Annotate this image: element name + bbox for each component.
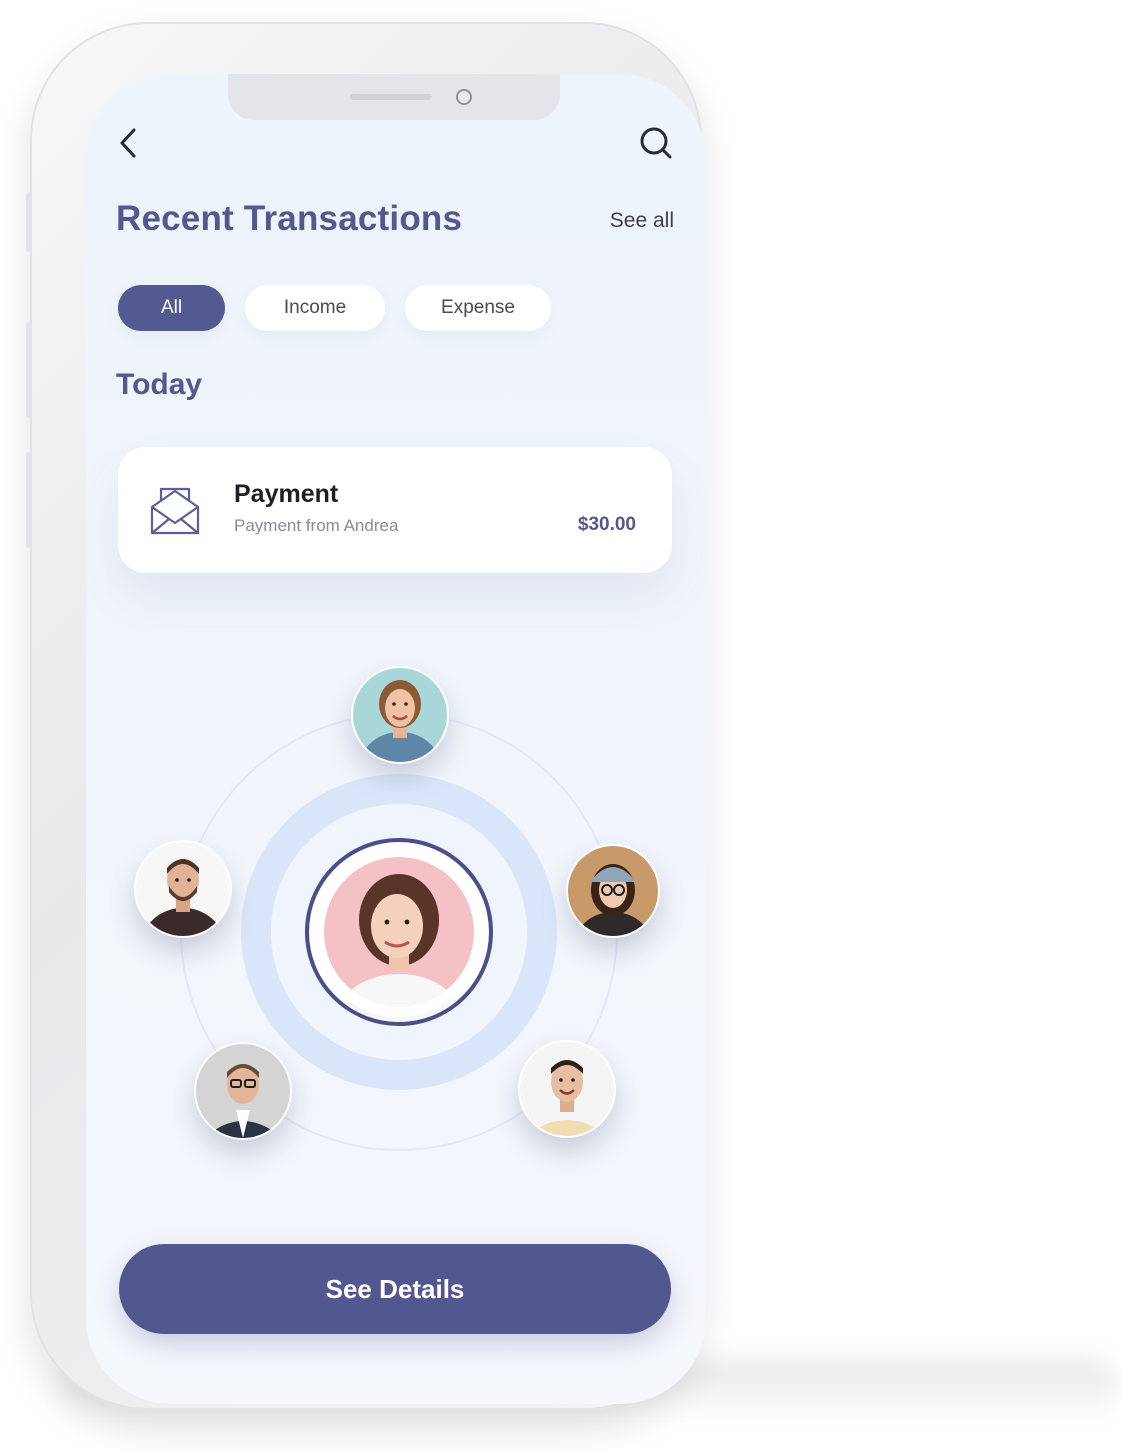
avatar-woman-right[interactable]: [566, 844, 660, 938]
avatar-man-bottom-left-icon: [196, 1044, 290, 1138]
phone-body: Recent Transactions See all All Income E…: [30, 22, 706, 1410]
notch: [228, 74, 560, 120]
avatar-man-bottom-right[interactable]: [518, 1040, 616, 1138]
chevron-left-icon: [120, 128, 136, 158]
section-today: Today: [116, 368, 203, 401]
search-button[interactable]: [634, 121, 678, 165]
speaker: [350, 94, 432, 100]
avatar-woman-right-icon: [568, 846, 658, 936]
avatar-man-bottom-right-icon: [520, 1042, 614, 1136]
back-button[interactable]: [106, 121, 150, 165]
avatar-man-bottom-left[interactable]: [194, 1042, 292, 1140]
transaction-subtitle: Payment from Andrea: [234, 516, 399, 535]
transaction-card[interactable]: Payment Payment from Andrea $30.00: [118, 447, 672, 573]
avatar-woman-top-icon: [353, 668, 447, 762]
avatar-woman-center[interactable]: [309, 842, 489, 1022]
search-icon: [640, 127, 672, 159]
page-title: Recent Transactions: [116, 199, 463, 238]
transaction-amount: $30.00: [577, 514, 636, 535]
avatar-woman-top[interactable]: [351, 666, 449, 764]
filter-income[interactable]: Income: [245, 285, 385, 331]
filter-tabs: All Income Expense: [118, 285, 551, 331]
avatar-man-left-icon: [136, 842, 230, 936]
transaction-title: Payment: [234, 480, 339, 508]
avatar-man-left[interactable]: [134, 840, 232, 938]
avatar-woman-center-icon: [314, 847, 484, 1022]
see-all-link[interactable]: See all: [610, 209, 674, 233]
mockup-stage: Recent Transactions See all All Income E…: [0, 0, 1122, 1450]
see-details-button[interactable]: See Details: [119, 1244, 671, 1334]
app-screen: Recent Transactions See all All Income E…: [86, 74, 706, 1404]
filter-expense[interactable]: Expense: [405, 285, 551, 331]
filter-all[interactable]: All: [118, 285, 225, 331]
camera: [456, 89, 472, 105]
envelope-open-icon: [150, 487, 200, 535]
